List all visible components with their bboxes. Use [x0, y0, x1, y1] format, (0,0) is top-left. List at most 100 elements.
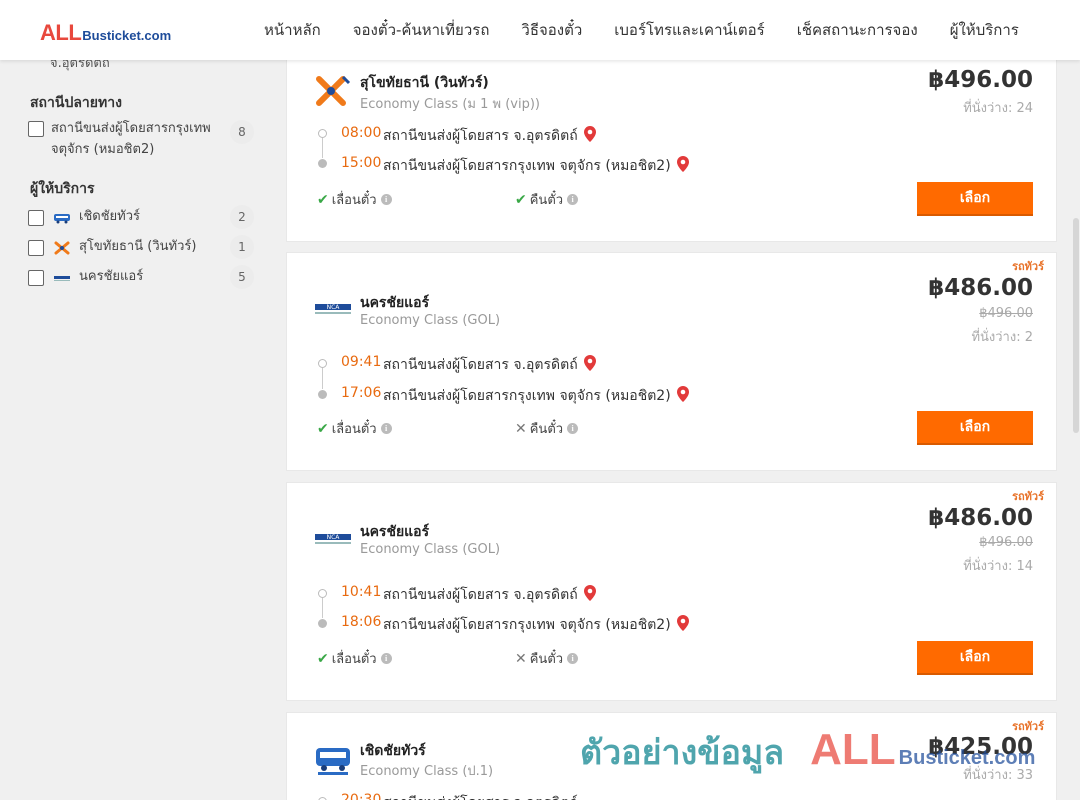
promo-tag: รถทัวร์	[1012, 490, 1044, 503]
arrive-time: 18:06	[341, 614, 382, 630]
win-tour-logo-icon	[316, 75, 351, 106]
destination-label: สถานีขนส่งผู้โดยสารกรุงเทพ จตุจักร (หมอช…	[51, 121, 211, 157]
arrive-station: สถานีขนส่งผู้โดยสารกรุงเทพ จตุจักร (หมอช…	[383, 614, 689, 636]
bus-class: Economy Class (ป.1)	[360, 764, 494, 779]
map-pin-icon[interactable]	[676, 156, 689, 172]
logo-busticket-text: Busticket.com	[82, 28, 172, 43]
map-pin-icon[interactable]	[676, 615, 689, 631]
nav-book-search[interactable]: จองตั๋ว-ค้นหาเที่ยวรถ	[337, 18, 506, 42]
arrive-dot	[318, 390, 327, 399]
depart-dot	[318, 359, 327, 368]
nakhonchai-logo-icon	[54, 275, 70, 281]
timeline-line	[322, 138, 323, 158]
promo-tag: รถทัวร์	[1012, 720, 1044, 733]
destination-count-badge: 8	[230, 120, 254, 144]
page-scrollbar-thumb[interactable]	[1073, 218, 1079, 433]
refund-ticket-feature: ✕ คืนตั๋ว i	[515, 648, 579, 669]
check-icon: ✔	[317, 650, 329, 667]
trip-card: สุโขทัยธานี (วินทัวร์) Economy Class (ม …	[286, 58, 1057, 242]
arrive-time: 15:00	[341, 155, 382, 171]
operator-checkbox[interactable]	[28, 209, 44, 226]
check-icon: ✔	[317, 420, 329, 437]
depart-station-text: สถานีขนส่งผู้โดยสาร จ.อุตรดิตถ์	[383, 128, 578, 144]
refund-ticket-feature: ✕ คืนตั๋ว i	[515, 418, 579, 439]
operator-checkbox[interactable]	[28, 239, 44, 256]
nav-home[interactable]: หน้าหลัก	[248, 18, 337, 42]
timeline-line	[322, 368, 323, 389]
operator-count-badge: 2	[230, 205, 254, 229]
operator-filter-title: ผู้ให้บริการ	[30, 181, 95, 197]
destination-checkbox[interactable]	[28, 121, 44, 137]
ticket-price: ฿496.00	[928, 67, 1033, 93]
arrive-station: สถานีขนส่งผู้โดยสารกรุงเทพ จตุจักร (หมอช…	[383, 385, 689, 407]
operator-filter-cherdchai[interactable]: เชิดชัยทัวร์ 2	[28, 205, 254, 229]
cross-icon: ✕	[515, 650, 527, 667]
nakhonchai-logo-icon: NCA	[315, 304, 351, 314]
site-logo[interactable]: ALL Busticket.com	[40, 20, 171, 46]
info-icon[interactable]: i	[567, 423, 579, 434]
destination-filter-row[interactable]: สถานีขนส่งผู้โดยสารกรุงเทพ จตุจักร (หมอช…	[28, 120, 254, 160]
depart-time: 10:41	[341, 584, 382, 600]
info-icon[interactable]: i	[567, 653, 579, 664]
map-pin-icon[interactable]	[676, 386, 689, 402]
nav-check-booking[interactable]: เช็คสถานะการจอง	[781, 18, 934, 42]
bus-class: Economy Class (ม 1 พ (vip))	[360, 97, 540, 112]
ticket-price: ฿486.00	[928, 505, 1033, 531]
info-icon[interactable]: i	[380, 423, 392, 434]
depart-station-text: สถานีขนส่งผู้โดยสาร จ.อุตรดิตถ์	[383, 587, 578, 603]
seats-available: ที่นั่งว่าง: 33	[963, 768, 1033, 783]
arrive-station: สถานีขนส่งผู้โดยสารกรุงเทพ จตุจักร (หมอช…	[383, 155, 689, 177]
depart-dot	[318, 129, 327, 138]
operator-name: นครชัยแอร์	[360, 295, 430, 311]
operator-filter-win-tour[interactable]: สุโขทัยธานี (วินทัวร์) 1	[28, 235, 254, 259]
site-header: ALL Busticket.com หน้าหลัก จองตั๋ว-ค้นหา…	[0, 0, 1080, 60]
arrive-station-text: สถานีขนส่งผู้โดยสารกรุงเทพ จตุจักร (หมอช…	[383, 617, 671, 633]
arrive-dot	[318, 619, 327, 628]
info-icon[interactable]: i	[567, 194, 579, 205]
map-pin-icon[interactable]	[583, 585, 596, 601]
info-icon[interactable]: i	[380, 653, 392, 664]
seats-available: ที่นั่งว่าง: 14	[963, 559, 1033, 574]
operator-label: สุโขทัยธานี (วินทัวร์)	[79, 238, 197, 254]
change-ticket-feature: ✔ เลื่อนตั๋ว i	[317, 418, 392, 439]
promo-tag: รถทัวร์	[1012, 260, 1044, 273]
depart-station: สถานีขนส่งผู้โดยสาร จ.อุตรดิตถ์	[383, 125, 596, 147]
map-pin-icon[interactable]	[583, 126, 596, 142]
logo-all-text: ALL	[40, 20, 82, 45]
operator-name: สุโขทัยธานี (วินทัวร์)	[360, 75, 489, 91]
change-ticket-label: เลื่อนตั๋ว	[331, 422, 377, 437]
change-ticket-feature: ✔ เลื่อนตั๋ว i	[317, 189, 392, 210]
nav-operators[interactable]: ผู้ให้บริการ	[934, 18, 1035, 42]
info-icon[interactable]: i	[380, 194, 392, 205]
map-pin-icon[interactable]	[583, 355, 596, 371]
trip-card: รถทัวร์ NCA นครชัยแอร์ Economy Class (GO…	[286, 482, 1057, 701]
seats-available: ที่นั่งว่าง: 2	[971, 330, 1033, 345]
ticket-price: ฿486.00	[928, 275, 1033, 301]
main-nav: หน้าหลัก จองตั๋ว-ค้นหาเที่ยวรถ วิธีจองตั…	[248, 0, 1035, 60]
operator-filter-nakhonchai[interactable]: นครชัยแอร์ 5	[28, 265, 254, 289]
select-trip-button[interactable]: เลือก	[917, 641, 1033, 675]
bus-class: Economy Class (GOL)	[360, 313, 501, 328]
change-ticket-label: เลื่อนตั๋ว	[331, 652, 377, 667]
operator-count-badge: 5	[230, 265, 254, 289]
filter-sidebar: จ.อุตรดิตถ์ สถานีปลายทาง สถานีขนส่งผู้โด…	[0, 56, 270, 800]
nav-how-to-book[interactable]: วิธีจองตั๋ว	[505, 18, 598, 42]
change-ticket-feature: ✔ เลื่อนตั๋ว i	[317, 648, 392, 669]
operator-name: นครชัยแอร์	[360, 524, 430, 540]
select-trip-button[interactable]: เลือก	[917, 411, 1033, 445]
depart-station: สถานีขนส่งผู้โดยสาร จ.อุตรดิตถ์	[383, 792, 578, 800]
timeline-line	[322, 598, 323, 618]
nakhonchai-logo-icon: NCA	[315, 534, 351, 544]
trip-card: รถทัวร์ เชิดชัยทัวร์ Economy Class (ป.1)…	[286, 712, 1057, 800]
depart-dot	[318, 589, 327, 598]
depart-station: สถานีขนส่งผู้โดยสาร จ.อุตรดิตถ์	[383, 584, 596, 606]
svg-text:NCA: NCA	[327, 304, 341, 311]
operator-checkbox[interactable]	[28, 269, 44, 286]
refund-ticket-feature: ✔ คืนตั๋ว i	[515, 189, 579, 210]
operator-count-badge: 1	[230, 235, 254, 259]
operator-label: นครชัยแอร์	[79, 268, 144, 284]
original-price: ฿496.00	[979, 535, 1033, 550]
cross-icon: ✕	[515, 420, 527, 437]
select-trip-button[interactable]: เลือก	[917, 182, 1033, 216]
nav-contact-counters[interactable]: เบอร์โทรและเคาน์เตอร์	[598, 18, 780, 42]
